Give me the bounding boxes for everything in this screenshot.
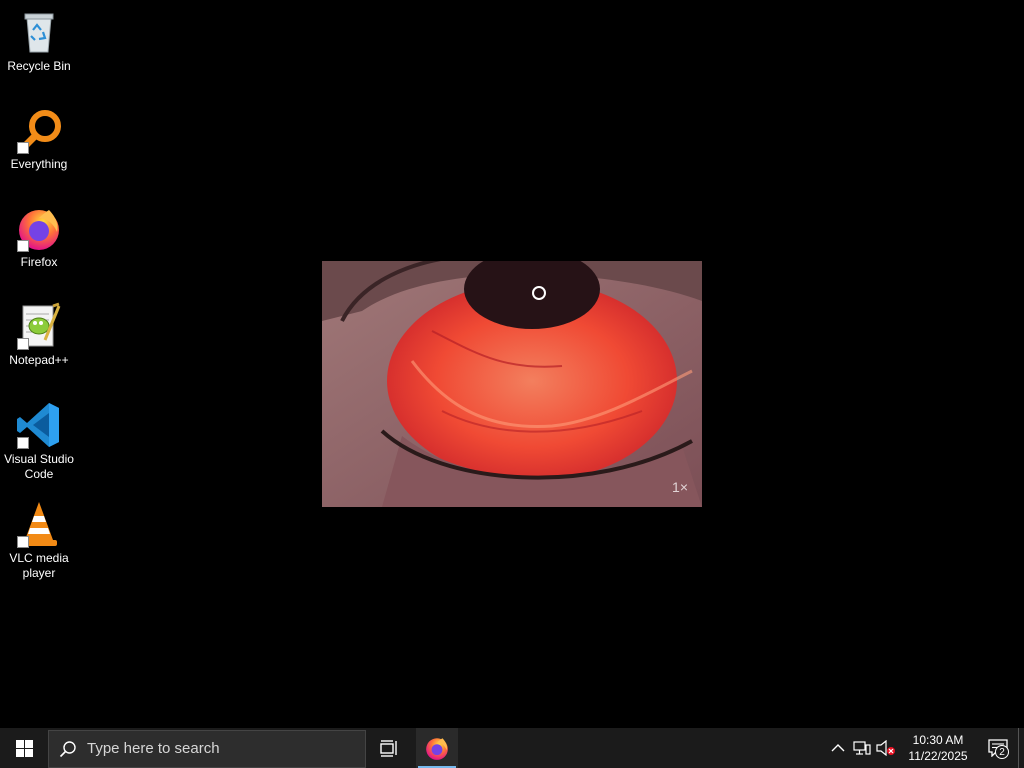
search-icon <box>49 740 87 758</box>
notification-count-badge: 2 <box>995 745 1009 759</box>
desktop-icon-label: Notepad++ <box>9 353 69 367</box>
desktop-icon-recycle-bin[interactable]: Recycle Bin <box>2 8 76 74</box>
desktop-icon-firefox[interactable]: Firefox <box>2 204 76 270</box>
vlc-icon <box>15 500 63 548</box>
desktop-icon-label: Recycle Bin <box>7 59 71 73</box>
taskbar: Type here to search 10:30 AM 11/22/2025 … <box>0 728 1024 768</box>
notepad-plus-plus-icon <box>15 302 63 350</box>
shortcut-arrow-icon <box>17 536 29 548</box>
system-tray: 10:30 AM 11/22/2025 2 <box>826 728 1024 768</box>
taskbar-clock[interactable]: 10:30 AM 11/22/2025 <box>902 732 974 764</box>
everything-search-icon <box>15 106 63 154</box>
recycle-bin-icon <box>15 8 63 56</box>
shortcut-arrow-icon <box>17 437 29 449</box>
start-button[interactable] <box>0 728 48 768</box>
action-center-button[interactable]: 2 <box>978 728 1018 768</box>
shortcut-arrow-icon <box>17 240 29 252</box>
video-player-frame[interactable]: 1× <box>322 261 702 507</box>
network-status-button[interactable] <box>850 728 874 768</box>
shortcut-arrow-icon <box>17 338 29 350</box>
desktop-icon-label: Firefox <box>20 255 58 269</box>
video-frame-image <box>322 261 702 507</box>
desktop-icon-notepad-plus-plus[interactable]: Notepad++ <box>2 302 76 368</box>
windows-logo-icon <box>15 739 33 757</box>
desktop-icon-everything[interactable]: Everything <box>2 106 76 172</box>
vscode-icon <box>15 401 63 449</box>
task-view-icon <box>380 740 397 757</box>
task-view-button[interactable] <box>366 728 414 768</box>
clock-date: 11/22/2025 <box>908 749 968 763</box>
shortcut-arrow-icon <box>17 142 29 154</box>
taskbar-search-box[interactable]: Type here to search <box>48 729 366 768</box>
volume-muted-icon <box>876 740 895 756</box>
show-hidden-icons-button[interactable] <box>826 728 850 768</box>
show-desktop-button[interactable] <box>1018 728 1024 768</box>
network-icon <box>853 741 871 755</box>
desktop-icon-vscode[interactable]: Visual Studio Code <box>2 401 76 482</box>
desktop: Recycle Bin Everything Firefox Notepad++… <box>0 0 1024 728</box>
clock-time: 10:30 AM <box>912 733 964 747</box>
firefox-icon <box>15 204 63 252</box>
volume-button[interactable] <box>874 728 898 768</box>
desktop-icon-label: VLC media player <box>9 551 69 580</box>
taskbar-firefox-button[interactable] <box>416 728 458 768</box>
chevron-up-icon <box>831 744 845 752</box>
desktop-icon-vlc[interactable]: VLC media player <box>2 500 76 581</box>
firefox-icon <box>426 738 448 760</box>
search-placeholder: Type here to search <box>87 740 220 757</box>
playback-speed-label: 1× <box>672 479 688 495</box>
desktop-icon-label: Everything <box>10 157 68 171</box>
desktop-icon-label: Visual Studio Code <box>4 452 74 481</box>
